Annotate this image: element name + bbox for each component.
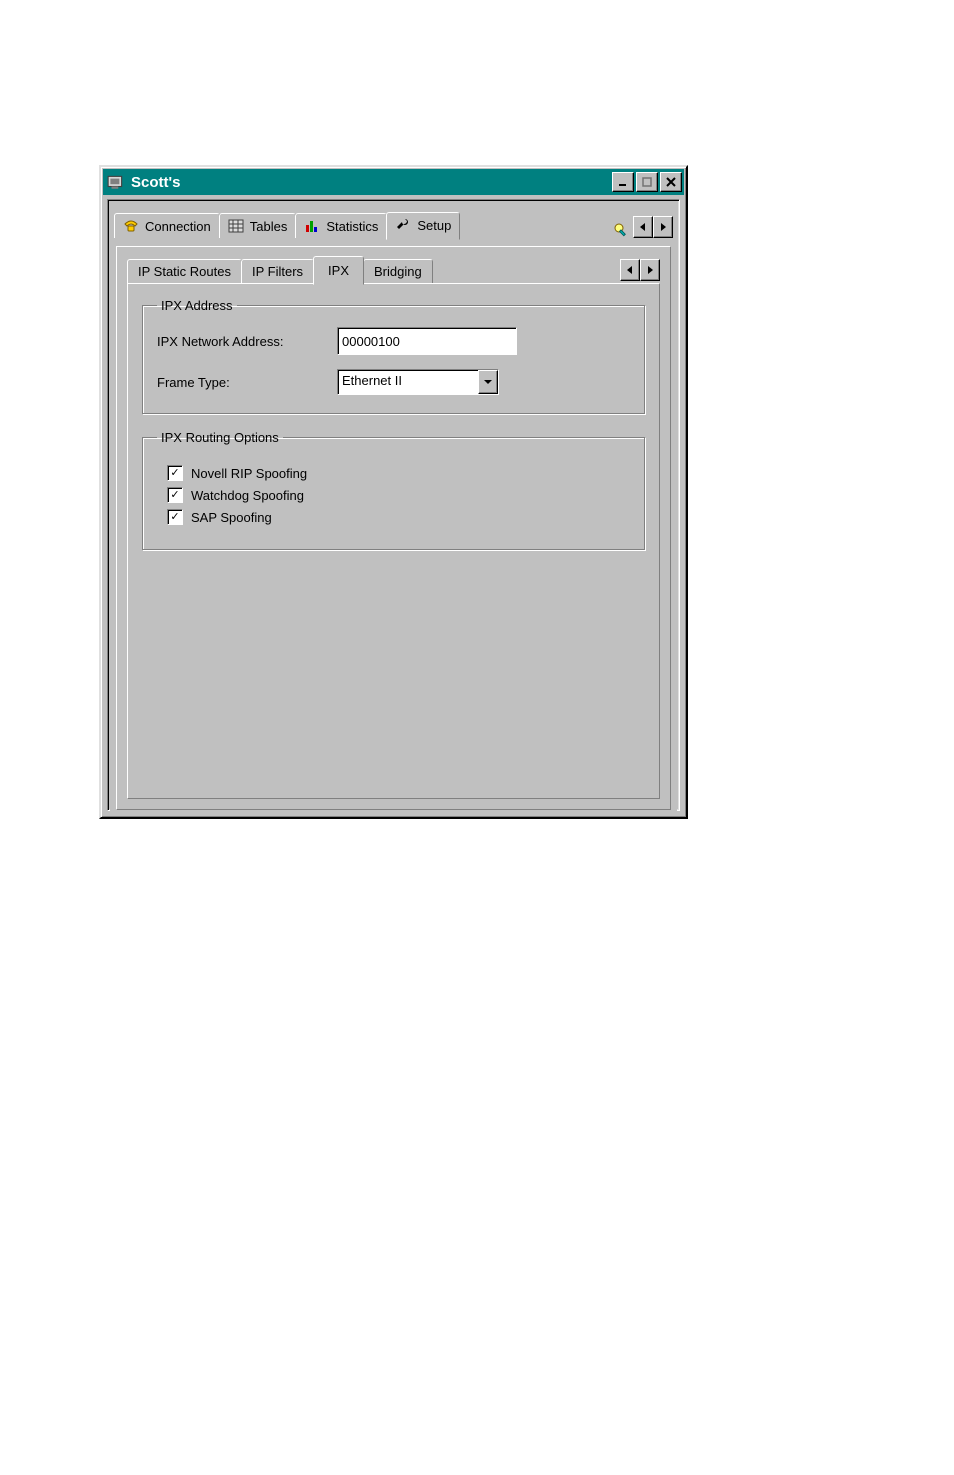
subtab-ipx[interactable]: IPX xyxy=(313,256,364,285)
tabs-scroll-left[interactable] xyxy=(633,216,653,238)
maximize-button xyxy=(636,172,658,192)
checkbox-label: SAP Spoofing xyxy=(191,510,272,525)
subtab-bridging[interactable]: Bridging xyxy=(363,259,433,283)
ipx-network-input[interactable] xyxy=(337,327,517,355)
subtabs-scroll-right[interactable] xyxy=(640,259,660,281)
checkbox-label: Novell RIP Spoofing xyxy=(191,466,307,481)
subtab-ip-filters[interactable]: IP Filters xyxy=(241,259,314,283)
ipx-routing-group: IPX Routing Options ✓ Novell RIP Spoofin… xyxy=(142,430,645,550)
tab-setup[interactable]: Setup xyxy=(386,212,460,240)
subtab-label: IP Static Routes xyxy=(138,264,231,279)
titlebar: Scott's xyxy=(103,169,684,195)
checkbox-sap[interactable]: ✓ xyxy=(167,509,183,525)
subtab-label: Bridging xyxy=(374,264,422,279)
frame-type-select[interactable]: Ethernet II xyxy=(337,369,499,395)
ipx-routing-legend: IPX Routing Options xyxy=(157,430,283,445)
ipx-panel: IPX Address IPX Network Address: Frame T… xyxy=(127,283,660,799)
window-title: Scott's xyxy=(131,174,610,191)
subtab-ip-static-routes[interactable]: IP Static Routes xyxy=(127,259,242,283)
ipx-address-group: IPX Address IPX Network Address: Frame T… xyxy=(142,298,645,414)
tab-label: Tables xyxy=(250,219,288,234)
subtab-label: IPX xyxy=(328,263,349,278)
phone-icon xyxy=(123,218,139,234)
checkbox-watchdog[interactable]: ✓ xyxy=(167,487,183,503)
main-panel: IP Static Routes IP Filters IPX Bridging xyxy=(116,246,671,810)
tables-icon xyxy=(228,218,244,234)
sub-tabstrip: IP Static Routes IP Filters IPX Bridging xyxy=(127,257,660,283)
minimize-button[interactable] xyxy=(612,172,634,192)
app-icon xyxy=(107,173,125,191)
ipx-network-label: IPX Network Address: xyxy=(157,334,337,349)
tab-connection[interactable]: Connection xyxy=(114,213,220,238)
ipx-address-legend: IPX Address xyxy=(157,298,237,313)
checkbox-novell-rip[interactable]: ✓ xyxy=(167,465,183,481)
close-button[interactable] xyxy=(660,172,682,192)
window: Scott's xyxy=(99,165,688,819)
tabs-scroll-right[interactable] xyxy=(653,216,673,238)
tab-label: Setup xyxy=(417,218,451,233)
subtab-label: IP Filters xyxy=(252,264,303,279)
frame-type-value: Ethernet II xyxy=(338,370,478,394)
wrench-icon xyxy=(395,217,411,233)
tab-tables[interactable]: Tables xyxy=(219,213,297,238)
subtabs-scroll-left[interactable] xyxy=(620,259,640,281)
main-tabstrip: Connection Tables xyxy=(114,210,673,238)
help-icon[interactable] xyxy=(613,222,629,238)
tab-label: Connection xyxy=(145,219,211,234)
frame-type-label: Frame Type: xyxy=(157,375,337,390)
checkbox-label: Watchdog Spoofing xyxy=(191,488,304,503)
chart-icon xyxy=(304,218,320,234)
chevron-down-icon[interactable] xyxy=(478,370,498,394)
tab-label: Statistics xyxy=(326,219,378,234)
tab-statistics[interactable]: Statistics xyxy=(295,213,387,238)
